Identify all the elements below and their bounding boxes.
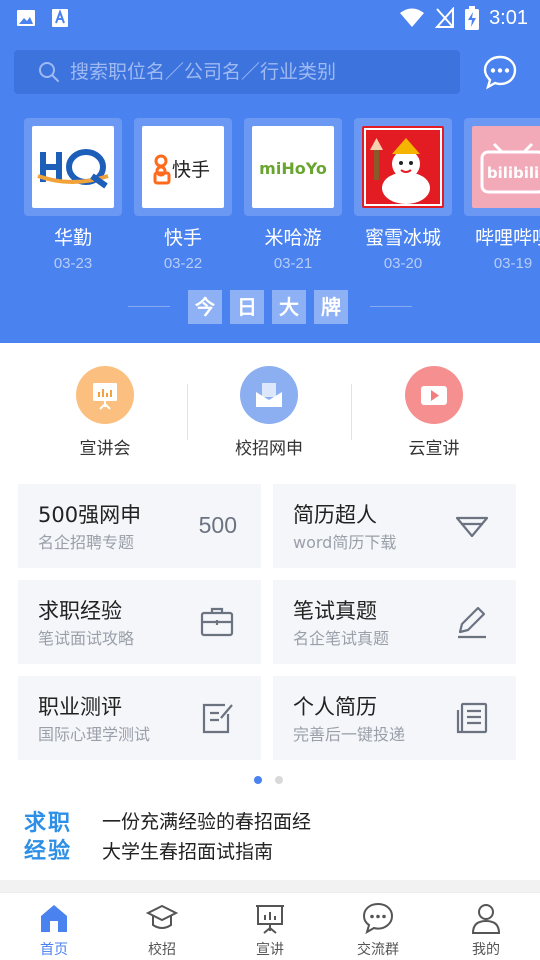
search-input[interactable] bbox=[70, 52, 460, 92]
card-zhiye-ceping[interactable]: 职业测评 国际心理学测试 bbox=[18, 676, 261, 760]
user-icon bbox=[471, 904, 501, 934]
today-brands-banner[interactable]: 今 日 大 牌 bbox=[0, 290, 540, 324]
brand-date: 03-20 bbox=[383, 255, 423, 272]
kuaishou-logo-text: 快手 bbox=[172, 159, 210, 181]
bilibili-logo: bilibili bbox=[472, 126, 540, 208]
brand-card-bilibili[interactable]: bilibili 哔哩哔哩 03-19 bbox=[464, 118, 540, 274]
brand-name: 哔哩哔哩 bbox=[474, 227, 540, 249]
page-dot bbox=[275, 776, 283, 784]
card-geren-jianli[interactable]: 个人简历 完善后一键投递 bbox=[273, 676, 516, 760]
page-indicator bbox=[254, 776, 283, 784]
nav-label: 校招 bbox=[148, 942, 176, 958]
card-badge-500: 500 bbox=[198, 512, 237, 538]
section-divider bbox=[0, 880, 540, 892]
mihoyo-logo-text: miHoYo bbox=[259, 159, 327, 178]
brand-name: 米哈游 bbox=[264, 227, 322, 249]
card-500-wangshen[interactable]: 500强网申 名企招聘专题 500 bbox=[18, 484, 261, 568]
brand-date: 03-21 bbox=[273, 255, 313, 272]
nav-jiaoliuqun[interactable]: 交流群 bbox=[324, 901, 432, 959]
card-jianli-chaoren[interactable]: 简历超人 word简历下载 bbox=[273, 484, 516, 568]
search-bar[interactable] bbox=[14, 50, 460, 94]
brand-name: 蜜雪冰城 bbox=[364, 227, 441, 249]
card-title: 个人简历 bbox=[293, 695, 377, 719]
kuaishou-logo: 快手 bbox=[142, 126, 224, 208]
card-subtitle: 笔试面试攻略 bbox=[38, 629, 135, 648]
diamond-icon bbox=[455, 516, 489, 538]
header-banner: 3:01 华勤 bbox=[0, 0, 540, 343]
card-title: 500强网申 bbox=[38, 503, 142, 527]
card-title: 职业测评 bbox=[38, 695, 122, 719]
card-subtitle: word简历下载 bbox=[293, 533, 397, 552]
page-dot-active bbox=[254, 776, 262, 784]
quick-entries: 宣讲会 校招网申 云宣讲 bbox=[0, 366, 540, 466]
today-char: 今 bbox=[188, 290, 222, 324]
resume-icon bbox=[456, 702, 488, 734]
quick-entry-label: 校招网申 bbox=[235, 439, 303, 459]
brand-card-kuaishou[interactable]: 快手 快手 03-22 bbox=[134, 118, 232, 274]
quick-entry-xuanjianghui[interactable]: 宣讲会 bbox=[35, 366, 175, 460]
brand-date: 03-22 bbox=[163, 255, 203, 272]
brand-date: 03-19 bbox=[493, 255, 533, 272]
card-title: 简历超人 bbox=[293, 503, 377, 527]
battery-charging-icon bbox=[465, 6, 480, 30]
nav-label: 宣讲 bbox=[256, 942, 284, 958]
no-signal-icon bbox=[435, 7, 455, 28]
brand-card-mihoyo[interactable]: miHoYo 米哈游 03-21 bbox=[244, 118, 342, 274]
nav-xiaozhao[interactable]: 校招 bbox=[108, 901, 216, 959]
card-bishi-zhenti[interactable]: 笔试真题 名企笔试真题 bbox=[273, 580, 516, 664]
card-title: 笔试真题 bbox=[293, 599, 377, 623]
brand-card-huaqin[interactable]: 华勤 03-23 bbox=[24, 118, 122, 274]
bilibili-logo-text: bilibili bbox=[487, 164, 539, 182]
gallery-notification-icon bbox=[17, 10, 35, 26]
briefcase-icon bbox=[200, 607, 234, 637]
nav-wode[interactable]: 我的 bbox=[432, 901, 540, 959]
brand-name: 华勤 bbox=[53, 227, 92, 249]
mixue-logo bbox=[362, 126, 444, 208]
bottom-navigation: 首页 校招 宣讲 交流群 我的 bbox=[0, 892, 540, 960]
card-subtitle: 国际心理学测试 bbox=[38, 725, 151, 744]
presentation-icon bbox=[256, 905, 284, 934]
card-subtitle: 名企招聘专题 bbox=[38, 533, 135, 552]
quick-entry-xiaozhaowangshen[interactable]: 校招网申 bbox=[199, 366, 339, 460]
nav-home[interactable]: 首页 bbox=[0, 901, 108, 959]
nav-label: 交流群 bbox=[357, 942, 399, 958]
article-headline[interactable]: 一份充满经验的春招面经 bbox=[102, 808, 311, 836]
brand-carousel: 华勤 03-23 快手 快手 03-22 miHoYo 米哈游 03-21 蜜雪… bbox=[0, 118, 540, 288]
pencil-icon bbox=[458, 606, 486, 639]
quick-entry-yunxuanjiang[interactable]: 云宣讲 bbox=[364, 366, 504, 460]
today-char: 日 bbox=[230, 290, 264, 324]
huaqin-logo bbox=[32, 126, 114, 208]
quick-entry-label: 宣讲会 bbox=[79, 439, 131, 459]
home-icon bbox=[41, 905, 67, 932]
qiuzhi-jingyan-logo: 求职 经验 bbox=[24, 811, 73, 864]
message-icon[interactable] bbox=[482, 54, 518, 90]
nav-label: 首页 bbox=[40, 942, 68, 958]
wifi-icon bbox=[400, 8, 425, 27]
quick-entry-label: 云宣讲 bbox=[408, 439, 460, 459]
card-subtitle: 完善后一键投递 bbox=[293, 725, 406, 744]
today-char: 大 bbox=[272, 290, 306, 324]
article-strip[interactable]: 求职 经验 一份充满经验的春招面经 大学生春招面试指南 bbox=[0, 808, 540, 878]
today-char: 牌 bbox=[314, 290, 348, 324]
status-bar: 3:01 bbox=[0, 0, 540, 36]
article-headline[interactable]: 大学生春招面试指南 bbox=[102, 838, 273, 866]
nav-xuanjiang[interactable]: 宣讲 bbox=[216, 901, 324, 959]
envelope-icon bbox=[240, 366, 298, 424]
clock: 3:01 bbox=[489, 6, 528, 29]
graduation-cap-icon bbox=[145, 904, 179, 929]
mihoyo-logo: miHoYo bbox=[252, 126, 334, 208]
chat-bubble-icon bbox=[362, 902, 394, 935]
brand-date: 03-23 bbox=[53, 255, 93, 272]
presentation-icon bbox=[76, 366, 134, 424]
app-notification-icon bbox=[52, 9, 68, 27]
brand-card-mixue[interactable]: 蜜雪冰城 03-20 bbox=[354, 118, 452, 274]
video-icon bbox=[405, 366, 463, 424]
nav-label: 我的 bbox=[472, 942, 500, 958]
edit-form-icon bbox=[202, 703, 233, 734]
search-icon bbox=[39, 62, 59, 82]
card-subtitle: 名企笔试真题 bbox=[293, 629, 390, 648]
card-qiuzhi-jingyan[interactable]: 求职经验 笔试面试攻略 bbox=[18, 580, 261, 664]
card-title: 求职经验 bbox=[38, 599, 122, 623]
brand-name: 快手 bbox=[163, 227, 202, 249]
